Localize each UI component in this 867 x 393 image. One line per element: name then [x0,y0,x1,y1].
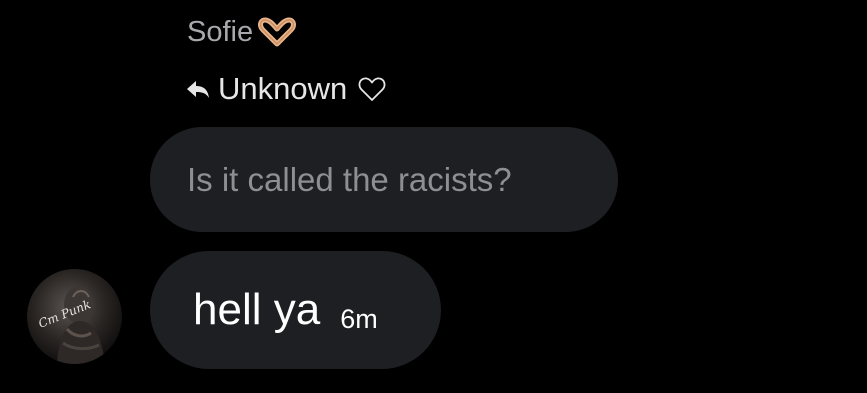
avatar[interactable]: Cm Punk [27,269,122,364]
sender-name: Sofie [187,16,254,48]
message-text: hell ya [193,285,321,334]
message-timestamp: 6m [340,304,378,334]
message-thread: Sofie Unknown Is it called the racists? [0,0,867,393]
reply-arrow-icon [186,78,210,100]
quoted-message-text: Is it called the racists? [187,160,512,198]
heart-hands-icon [257,17,297,47]
reply-context[interactable]: Unknown [186,70,387,108]
quoted-message-bubble[interactable]: Is it called the racists? [150,127,618,232]
reply-to-label: Unknown [218,71,348,106]
heart-outline-icon [357,74,387,104]
message-bubble[interactable]: hell ya 6m [150,251,441,369]
sender-header: Sofie [187,14,297,50]
